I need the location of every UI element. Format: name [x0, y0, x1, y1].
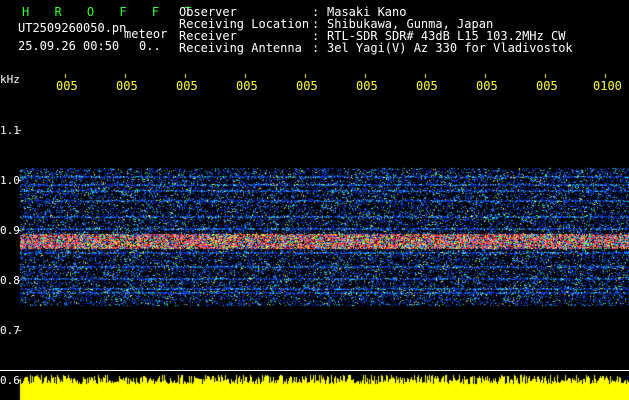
info-label-antenna: Receiving Antenna [179, 41, 302, 55]
x-tick: 005 [116, 79, 138, 93]
y-tick: 0.8 [0, 274, 20, 287]
x-tick: 005 [416, 79, 438, 93]
info-sep: : [312, 41, 320, 55]
y-tick: 1.0 [0, 174, 20, 187]
x-tick: 005 [356, 79, 378, 93]
datetime-label: 25.09.26 00:50 [18, 39, 120, 53]
filename-label: UT2509260050.pn [18, 21, 127, 35]
x-tick: 005 [536, 79, 558, 93]
hrofft-viewer: H R O F F T UT2509260050.pn meteor 25.09… [0, 0, 629, 400]
x-tick: 0100 [593, 79, 622, 93]
y-unit-label: kHz [0, 73, 20, 86]
info-value-antenna: 3el Yagi(V) Az 330 for Vladivostok [327, 41, 573, 55]
y-tick: 0.6 [0, 374, 20, 387]
x-tick: 005 [296, 79, 318, 93]
y-tick: 0.9 [0, 224, 20, 237]
y-tick: 0.7 [0, 324, 20, 337]
baseline-divider [0, 370, 629, 371]
count-label: 0.. [139, 39, 161, 53]
y-tick: 1.1 [0, 124, 20, 137]
app-title: H R O F F T [22, 5, 201, 19]
x-tick: 005 [236, 79, 258, 93]
x-tick: 005 [56, 79, 78, 93]
spectrogram-canvas [0, 0, 629, 400]
x-tick: 005 [176, 79, 198, 93]
x-tick: 005 [476, 79, 498, 93]
